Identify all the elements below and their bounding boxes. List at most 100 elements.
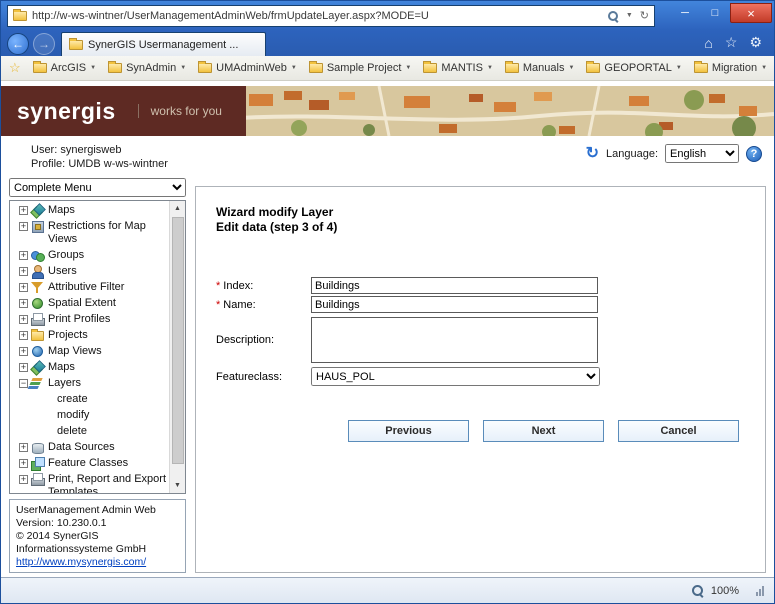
tree-item-groups[interactable]: + Groups [19, 247, 167, 263]
back-button[interactable]: ← [7, 33, 29, 55]
expand-icon[interactable]: + [19, 346, 28, 356]
featureclass-label: Featureclass: [216, 370, 283, 383]
tree-item-data-sources[interactable]: + Data Sources [19, 439, 167, 455]
app-version: Version: 10.230.0.1 [16, 517, 107, 529]
tree-item-maps[interactable]: + Maps [19, 202, 167, 218]
expand-icon[interactable]: + [19, 442, 28, 452]
expand-icon[interactable]: + [19, 474, 28, 484]
tree-item-attributive-filter[interactable]: + Attributive Filter [19, 279, 167, 295]
tree-item-label[interactable]: Maps [48, 361, 75, 374]
url-text[interactable]: http://w-ws-wintner/UserManagementAdminW… [32, 10, 602, 22]
restrictions-icon [31, 220, 44, 233]
tree-item-print-report-templates[interactable]: + Print, Report and Export Templates [19, 471, 167, 494]
tree-item-feature-classes[interactable]: + Feature Classes [19, 455, 167, 471]
tree-item-label[interactable]: Print Profiles [48, 313, 110, 326]
tree-item-label[interactable]: delete [57, 425, 87, 438]
scroll-up-icon[interactable]: ▲ [170, 201, 185, 216]
app-copyright: © 2014 SynerGIS Informationssysteme GmbH [16, 530, 147, 555]
scroll-down-icon[interactable]: ▼ [170, 478, 185, 493]
featureclass-select[interactable]: HAUS_POL [311, 367, 600, 386]
help-icon[interactable]: ? [746, 145, 762, 162]
name-input[interactable] [311, 296, 598, 313]
previous-button[interactable]: Previous [348, 420, 469, 442]
zoom-magnifier-icon[interactable] [691, 584, 704, 597]
tree-item-label[interactable]: Users [48, 265, 77, 278]
menu-select[interactable]: Complete Menu [9, 178, 186, 197]
browser-tab[interactable]: SynerGIS Usermanagement ... [61, 32, 266, 56]
tab-bar: ← → SynerGIS Usermanagement ... ⌂ ☆ ⚙ [1, 30, 774, 56]
favorites-item-manuals[interactable]: Manuals ▼ [499, 60, 581, 76]
address-dropdown-icon[interactable]: ▼ [626, 12, 633, 19]
favorites-item-geoportal[interactable]: GEOPORTAL ▼ [580, 60, 687, 76]
tree-item-maps-2[interactable]: + Maps [19, 359, 167, 375]
tree-item-print-profiles[interactable]: + Print Profiles [19, 311, 167, 327]
tree-item-label[interactable]: Print, Report and Export Templates [48, 473, 167, 494]
favorites-item-umadminweb[interactable]: UMAdminWeb ▼ [192, 60, 303, 76]
tree-item-label[interactable]: Attributive Filter [48, 281, 124, 294]
tree-item-map-views[interactable]: + Map Views [19, 343, 167, 359]
expand-icon[interactable]: + [19, 330, 28, 340]
wizard-panel: Wizard modify Layer Edit data (step 3 of… [195, 186, 766, 573]
collapse-icon[interactable]: − [19, 378, 28, 388]
tree-item-modify[interactable]: modify [19, 407, 167, 423]
tree-item-label[interactable]: Maps [48, 204, 75, 217]
favorites-star-icon[interactable]: ☆ [725, 34, 738, 51]
tree-item-layers[interactable]: − Layers [19, 375, 167, 391]
tree-item-label[interactable]: Spatial Extent [48, 297, 116, 310]
tree-item-restrictions[interactable]: + Restrictions for Map Views [19, 218, 167, 247]
tree-item-create[interactable]: create [19, 391, 167, 407]
tree-item-label[interactable]: Projects [48, 329, 88, 342]
folder-icon [32, 61, 47, 73]
synergis-link[interactable]: http://www.mysynergis.com/ [16, 556, 146, 568]
favorites-item-mantis[interactable]: MANTIS ▼ [417, 60, 499, 76]
expand-icon[interactable]: + [19, 250, 28, 260]
minimize-button[interactable]: ─ [670, 3, 700, 23]
tree-item-label[interactable]: Feature Classes [48, 457, 128, 470]
tree-item-label[interactable]: create [57, 393, 88, 406]
favorites-item-synadmin[interactable]: SynAdmin ▼ [102, 60, 192, 76]
search-icon[interactable] [607, 10, 619, 22]
favorites-item-label: ArcGIS [50, 62, 87, 74]
zoom-level[interactable]: 100% [711, 585, 739, 597]
tree-item-label[interactable]: Restrictions for Map Views [48, 220, 167, 246]
cancel-button[interactable]: Cancel [618, 420, 739, 442]
index-input[interactable] [311, 277, 598, 294]
language-select[interactable]: English [665, 144, 739, 163]
favorites-item-migration[interactable]: Migration ▼ [688, 60, 773, 76]
expand-icon[interactable]: + [19, 362, 28, 372]
expand-icon[interactable]: + [19, 314, 28, 324]
expand-icon[interactable]: + [19, 221, 28, 231]
tree-item-users[interactable]: + Users [19, 263, 167, 279]
tree-item-spatial-extent[interactable]: + Spatial Extent [19, 295, 167, 311]
settings-gear-icon[interactable]: ⚙ [749, 34, 762, 51]
scrollbar-thumb[interactable] [171, 217, 184, 464]
address-bar[interactable]: http://w-ws-wintner/UserManagementAdminW… [7, 4, 655, 27]
home-icon[interactable]: ⌂ [704, 35, 712, 51]
tree-item-label[interactable]: modify [57, 409, 89, 422]
next-button[interactable]: Next [483, 420, 604, 442]
description-textarea[interactable] [311, 317, 598, 363]
close-button[interactable]: × [730, 3, 772, 23]
expand-icon[interactable]: + [19, 266, 28, 276]
favorites-item-arcgis[interactable]: ArcGIS ▼ [27, 60, 102, 76]
expand-icon[interactable]: + [19, 205, 28, 215]
tree-item-delete[interactable]: delete [19, 423, 167, 439]
expand-icon[interactable]: + [19, 282, 28, 292]
folder-icon [586, 61, 601, 73]
expand-icon[interactable]: + [19, 298, 28, 308]
expand-icon[interactable]: + [19, 458, 28, 468]
tree-scrollbar[interactable]: ▲ ▼ [169, 201, 185, 493]
tree-item-projects[interactable]: + Projects [19, 327, 167, 343]
maximize-button[interactable]: □ [700, 3, 730, 23]
tree-item-label[interactable]: Data Sources [48, 441, 115, 454]
forward-button[interactable]: → [33, 33, 55, 55]
favorites-item-sample-project[interactable]: Sample Project ▼ [303, 60, 418, 76]
refresh-icon[interactable]: ↻ [640, 9, 649, 22]
tree-item-label[interactable]: Layers [48, 377, 81, 390]
site-favicon-icon [13, 8, 27, 21]
favorites-bar-star-icon[interactable]: ☆ [9, 60, 21, 76]
chevron-down-icon: ▼ [761, 65, 768, 71]
tree-item-label[interactable]: Map Views [48, 345, 102, 358]
tree-item-label[interactable]: Groups [48, 249, 84, 262]
reload-profile-icon[interactable]: ↻ [586, 145, 599, 162]
